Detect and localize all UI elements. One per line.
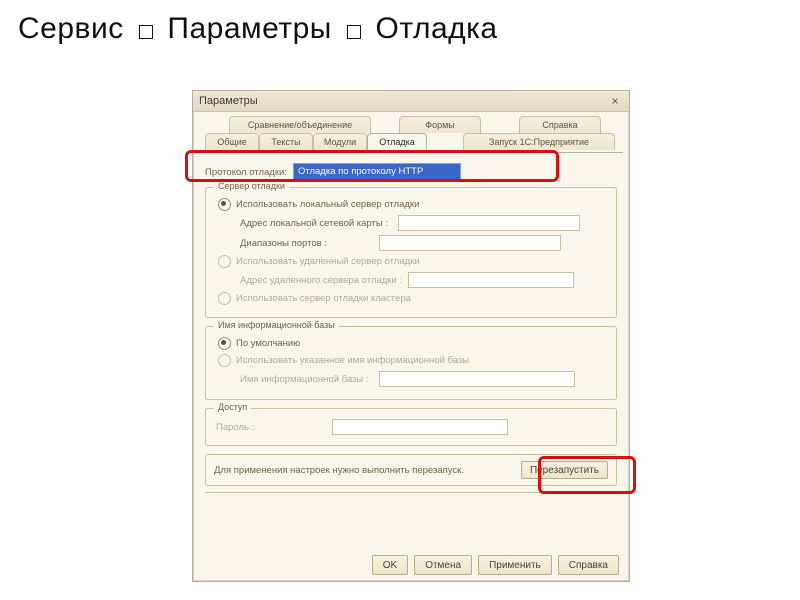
ib-name-label: Имя информационной базы : <box>240 374 369 385</box>
opt-ib-custom-label: Использовать указанное имя информационно… <box>236 355 469 366</box>
addr-remote-row: Адрес удаленного сервера отладки : <box>240 272 606 288</box>
restart-note: Для применения настроек нужно выполнить … <box>205 454 617 486</box>
password-row: Пароль : <box>216 419 606 435</box>
tab-panel-debug: Протокол отладки: Отладка по протоколу H… <box>199 152 623 493</box>
opt-remote-server-label: Использовать удаленный сервер отладки <box>236 256 420 267</box>
ib-name-row: Имя информационной базы : <box>240 371 606 387</box>
group-debug-server-title: Сервер отладки <box>214 181 289 191</box>
password-label: Пароль : <box>216 422 254 433</box>
opt-ib-default-row[interactable]: По умолчанию <box>216 337 606 350</box>
protocol-dropdown[interactable]: Отладка по протоколу HTTP <box>293 163 461 181</box>
restart-note-text: Для применения настроек нужно выполнить … <box>214 465 464 476</box>
tab-Тексты[interactable]: Тексты <box>259 133 313 150</box>
group-debug-server: Сервер отладки Использовать локальный се… <box>205 187 617 318</box>
ib-name-input[interactable] <box>379 371 575 387</box>
apply-button[interactable]: Применить <box>478 555 552 575</box>
protocol-row: Протокол отладки: Отладка по протоколу H… <box>205 163 619 181</box>
breadcrumb-sep-icon <box>139 25 153 39</box>
addr-local-input[interactable] <box>398 215 580 231</box>
radio-ib-default[interactable] <box>218 337 231 350</box>
group-access: Доступ Пароль : <box>205 408 617 446</box>
addr-local-row: Адрес локальной сетевой карты : <box>240 215 606 231</box>
tab-Сравнение/объединение[interactable]: Сравнение/объединение <box>229 116 371 133</box>
ports-row: Диапазоны портов : <box>240 235 606 251</box>
breadcrumb-c: Отладка <box>376 12 498 45</box>
opt-remote-server-row[interactable]: Использовать удаленный сервер отладки <box>216 255 606 268</box>
breadcrumb-b: Параметры <box>167 12 331 45</box>
tab-Справка[interactable]: Справка <box>519 116 601 133</box>
separator <box>205 492 617 493</box>
radio-ib-custom[interactable] <box>218 354 231 367</box>
opt-local-server-row[interactable]: Использовать локальный сервер отладки <box>216 198 606 211</box>
cancel-button[interactable]: Отмена <box>414 555 472 575</box>
restart-button[interactable]: Перезапустить <box>521 461 608 479</box>
tab-Модули[interactable]: Модули <box>313 133 367 150</box>
radio-remote-server[interactable] <box>218 255 231 268</box>
opt-cluster-server-row[interactable]: Использовать сервер отладки кластера <box>216 292 606 305</box>
tab-Отладка[interactable]: Отладка <box>367 133 427 150</box>
opt-cluster-server-label: Использовать сервер отладки кластера <box>236 293 411 304</box>
parameters-dialog: Параметры × Сравнение/объединение Формы Сп… <box>192 90 630 582</box>
dialog-title: Параметры <box>199 91 258 111</box>
ports-label: Диапазоны портов : <box>240 238 327 249</box>
breadcrumb-sep-icon <box>347 25 361 39</box>
addr-local-label: Адрес локальной сетевой карты : <box>240 218 388 229</box>
ok-button[interactable]: OK <box>372 555 408 575</box>
tab-Формы[interactable]: Формы <box>399 116 481 133</box>
titlebar: Параметры × <box>193 91 629 112</box>
radio-cluster-server[interactable] <box>218 292 231 305</box>
addr-remote-input[interactable] <box>408 272 574 288</box>
radio-local-server[interactable] <box>218 198 231 211</box>
close-icon[interactable]: × <box>607 94 623 108</box>
group-access-title: Доступ <box>214 402 251 412</box>
help-button[interactable]: Справка <box>558 555 619 575</box>
breadcrumb: Сервис Параметры Отладка <box>0 0 800 58</box>
group-infobase-name: Имя информационной базы По умолчанию Исп… <box>205 326 617 400</box>
protocol-label: Протокол отладки: <box>205 167 287 178</box>
opt-ib-custom-row[interactable]: Использовать указанное имя информационно… <box>216 354 606 367</box>
tab-strip: Сравнение/объединение Формы Справка ОбщиеТе… <box>199 116 623 152</box>
group-infobase-title: Имя информационной базы <box>214 320 339 330</box>
opt-local-server-label: Использовать локальный сервер отладки <box>236 199 419 210</box>
password-input[interactable] <box>332 419 508 435</box>
tab-Запуск 1С:Предприятие[interactable]: Запуск 1С:Предприятие <box>463 133 615 150</box>
dialog-footer: OK Отмена Применить Справка <box>372 555 619 575</box>
ports-input[interactable] <box>379 235 561 251</box>
opt-ib-default-label: По умолчанию <box>236 338 300 349</box>
breadcrumb-a: Сервис <box>18 12 124 45</box>
addr-remote-label: Адрес удаленного сервера отладки : <box>240 275 402 286</box>
tab-Общие[interactable]: Общие <box>205 133 259 150</box>
